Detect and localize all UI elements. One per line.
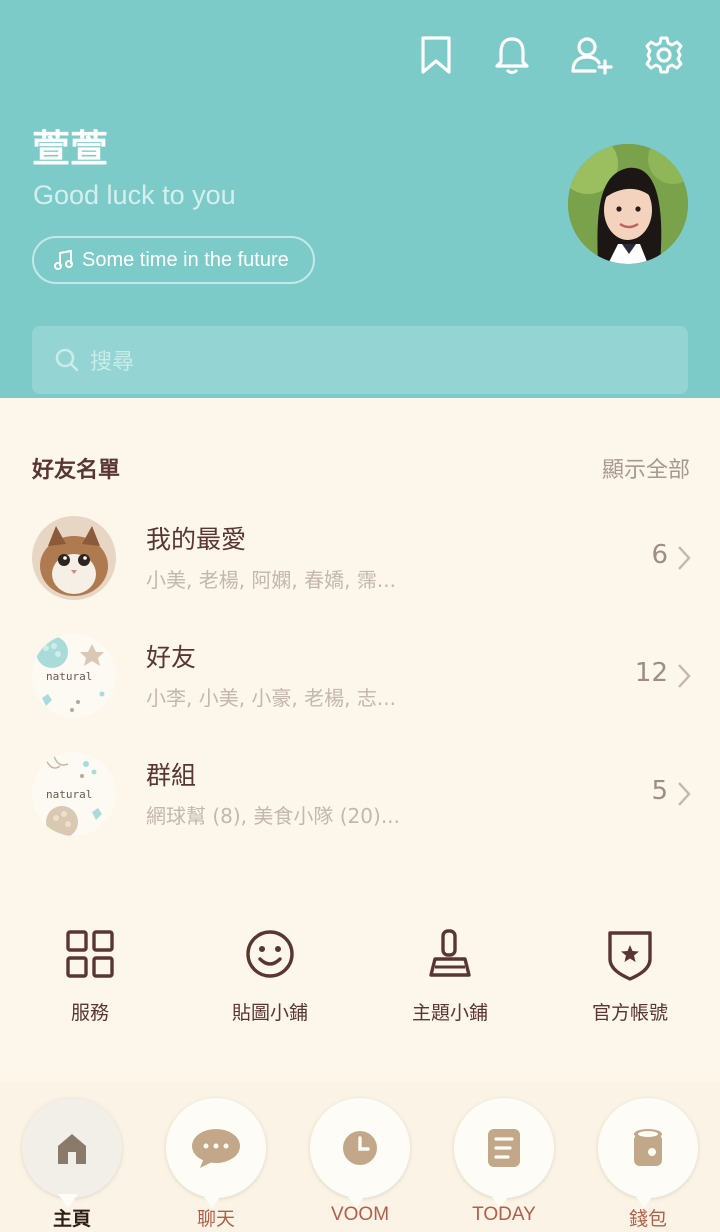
services-label: 服務 [70,1002,109,1024]
shield-star-icon [600,924,660,984]
search-placeholder: 搜尋 [90,350,135,375]
search-input[interactable]: 搜尋 [32,326,688,394]
search-icon [55,348,79,372]
gear-icon[interactable] [639,30,689,80]
official-accounts-button[interactable]: 官方帳號 [540,924,720,1025]
smiley-icon [240,924,300,984]
friend-group-friends[interactable]: natural 好友 小李, 小美, 小豪, 老楊, 志... 12 [0,634,720,734]
sticker-shop-label: 貼圖小鋪 [231,1002,308,1024]
group-count: 5 [651,776,668,806]
nav-today-label: TODAY [472,1204,536,1225]
group-count: 12 [634,658,668,688]
show-all-link[interactable]: 顯示全部 [602,452,690,484]
home-icon [58,1134,86,1164]
nav-voom-label: VOOM [330,1204,390,1225]
friends-thumbnail: natural [32,634,116,718]
friend-group-groups[interactable]: natural 群組 網球幫 (8), 美食小隊 (20)... 5 [0,752,720,852]
group-members: 網球幫 (8), 美食小隊 (20)... [146,804,400,828]
group-members: 小李, 小美, 小豪, 老楊, 志... [146,686,396,710]
chevron-right-icon [678,664,691,688]
profile-header: 萱萱 Good luck to you Some time in the fut… [0,0,720,398]
nav-home-label: 主頁 [52,1209,91,1230]
nav-bubble [310,1098,410,1208]
favorites-thumbnail [32,516,116,600]
bell-icon[interactable] [487,30,537,80]
clock-icon [343,1131,377,1165]
nav-today[interactable]: TODAY [432,1082,576,1232]
nav-bubble [22,1098,122,1208]
group-title: 我的最愛 [146,525,247,554]
nav-home[interactable]: 主頁 [0,1082,144,1232]
group-count: 6 [651,540,668,570]
chevron-right-icon [678,782,691,806]
group-title: 好友 [146,643,197,672]
nav-bubble [454,1098,554,1208]
nav-chat[interactable]: 聊天 [144,1082,288,1232]
thumbnail-text: natural [46,788,92,801]
group-members: 小美, 老楊, 阿嫻, 春嬌, 霈... [146,568,396,592]
wallet-icon [634,1129,662,1166]
nav-bubble [598,1098,698,1208]
nav-voom[interactable]: VOOM [288,1082,432,1232]
profile-music-button[interactable]: Some time in the future [32,236,315,284]
nav-bubble [166,1098,266,1208]
official-accounts-label: 官方帳號 [591,1002,668,1024]
groups-thumbnail: natural [32,752,116,836]
brush-icon [420,924,480,984]
theme-shop-button[interactable]: 主題小鋪 [360,924,540,1025]
bottom-nav: 主頁 聊天 VOOM TODAY 錢包 [0,1082,720,1232]
profile-name[interactable]: 萱萱 [32,118,108,173]
chevron-right-icon [678,546,691,570]
status-message[interactable]: Good luck to you [33,180,236,211]
nav-wallet-label: 錢包 [628,1209,667,1230]
bookmark-icon[interactable] [411,30,461,80]
avatar[interactable] [568,144,688,264]
theme-shop-label: 主題小鋪 [411,1002,488,1024]
music-note-icon [54,249,73,270]
friends-section-title: 好友名單 [32,458,121,483]
chat-icon [192,1129,240,1168]
friend-group-favorites[interactable]: 我的最愛 小美, 老楊, 阿嫻, 春嬌, 霈... 6 [0,516,720,616]
sticker-shop-button[interactable]: 貼圖小鋪 [180,924,360,1025]
news-icon [488,1129,520,1167]
services-button[interactable]: 服務 [0,924,180,1025]
thumbnail-text: natural [46,670,92,683]
music-title: Some time in the future [82,248,289,271]
group-title: 群組 [146,761,197,790]
grid-icon [60,924,120,984]
nav-wallet[interactable]: 錢包 [576,1082,720,1232]
add-friend-icon[interactable] [566,30,616,80]
nav-chat-label: 聊天 [196,1209,235,1230]
